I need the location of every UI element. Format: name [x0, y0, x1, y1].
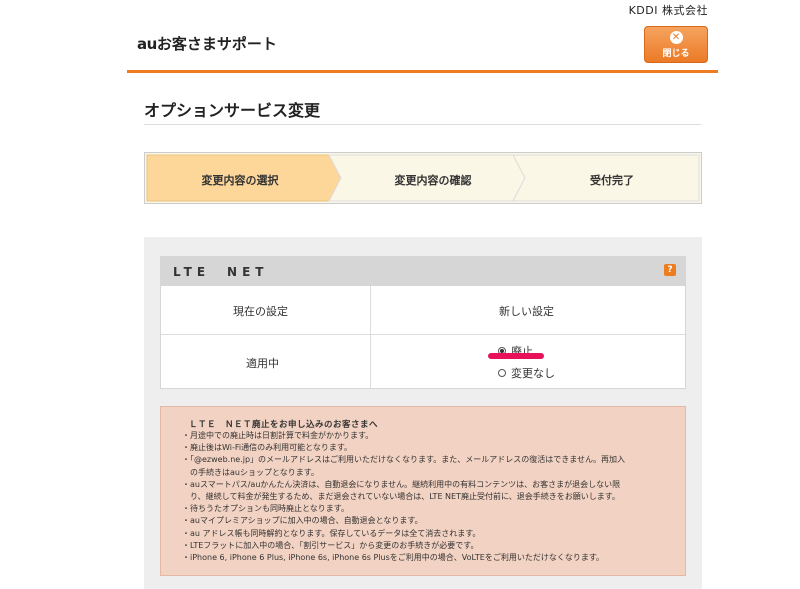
page-title: オプションサービス変更: [144, 101, 321, 120]
notice-item: の手続きはauショップとなります。: [182, 467, 319, 477]
notice-item: ・月途中での廃止時は日割計算で料金がかかります。: [182, 431, 374, 440]
highlight-mark: [488, 353, 544, 359]
notice-item: ・auスマートパス/auかんたん決済は、自動退会になりません。継続利用中の有料コ…: [182, 479, 621, 489]
header-divider: [127, 70, 718, 73]
table-divider-vertical: [370, 286, 371, 388]
notice-list: ・月途中での廃止時は日割計算で料金がかかります。 ・廃止後はWi-Fi通信のみ利…: [182, 430, 672, 564]
settings-table: [160, 285, 686, 389]
col-new-header: 新しい設定: [499, 305, 554, 318]
notice-item: り、継続して料金が発生するため、まだ退会されていない場合は、LTE NET廃止受…: [182, 492, 620, 502]
close-circle-icon: ✕: [669, 31, 683, 44]
service-header: LTE NET ?: [160, 256, 686, 285]
step-progress: 変更内容の選択 変更内容の確認 受付完了: [144, 152, 702, 204]
current-value: 適用中: [246, 357, 279, 370]
notice-item: ・auマイプレミアショップに加入中の場合、自動退会となります。: [182, 516, 423, 526]
notice-item: ・廃止後はWi-Fi通信のみ利用可能となります。: [182, 443, 353, 453]
option-label: 変更なし: [511, 367, 555, 380]
brand-text: お客さまサポート: [156, 35, 277, 53]
radio-unselected-icon[interactable]: [498, 369, 506, 377]
table-divider-horizontal: [161, 334, 685, 335]
step-2-label: 変更内容の確認: [394, 174, 472, 187]
step-1-label: 変更内容の選択: [201, 174, 279, 187]
service-name: LTE NET: [173, 265, 269, 279]
notice-item: ・「@ezweb.ne.jp」のメールアドレスはご利用いただけなくなります。また…: [182, 455, 625, 465]
option-no-change[interactable]: 変更なし: [498, 365, 555, 381]
col-current-header: 現在の設定: [233, 305, 288, 318]
brand-au: au: [137, 35, 157, 53]
corp-name: KDDI 株式会社: [628, 4, 708, 17]
notice-title: ＬＴＥ ＮＥＴ廃止をお申し込みのお客さまへ: [189, 420, 379, 430]
notice-item: ・待ちうたオプションも同時廃止となります。: [182, 504, 349, 514]
title-divider: [144, 124, 701, 125]
notice-item: ・au アドレス帳も同時解約となります。保存しているデータは全て消去されます。: [182, 528, 481, 538]
close-button[interactable]: ✕ 閉じる: [644, 26, 708, 63]
step-3-label: 受付完了: [590, 174, 634, 187]
brand-logo: auお客さまサポート: [137, 33, 277, 54]
notice-item: ・iPhone 6, iPhone 6 Plus, iPhone 6s, iPh…: [182, 553, 605, 563]
notice-box: ＬＴＥ ＮＥＴ廃止をお申し込みのお客さまへ ・月途中での廃止時は日割計算で料金が…: [160, 406, 686, 576]
help-icon[interactable]: ?: [664, 264, 676, 276]
notice-item: ・LTEフラットに加入中の場合、「割引サービス」から変更のお手続きが必要です。: [182, 540, 479, 550]
close-label: 閉じる: [662, 49, 690, 59]
